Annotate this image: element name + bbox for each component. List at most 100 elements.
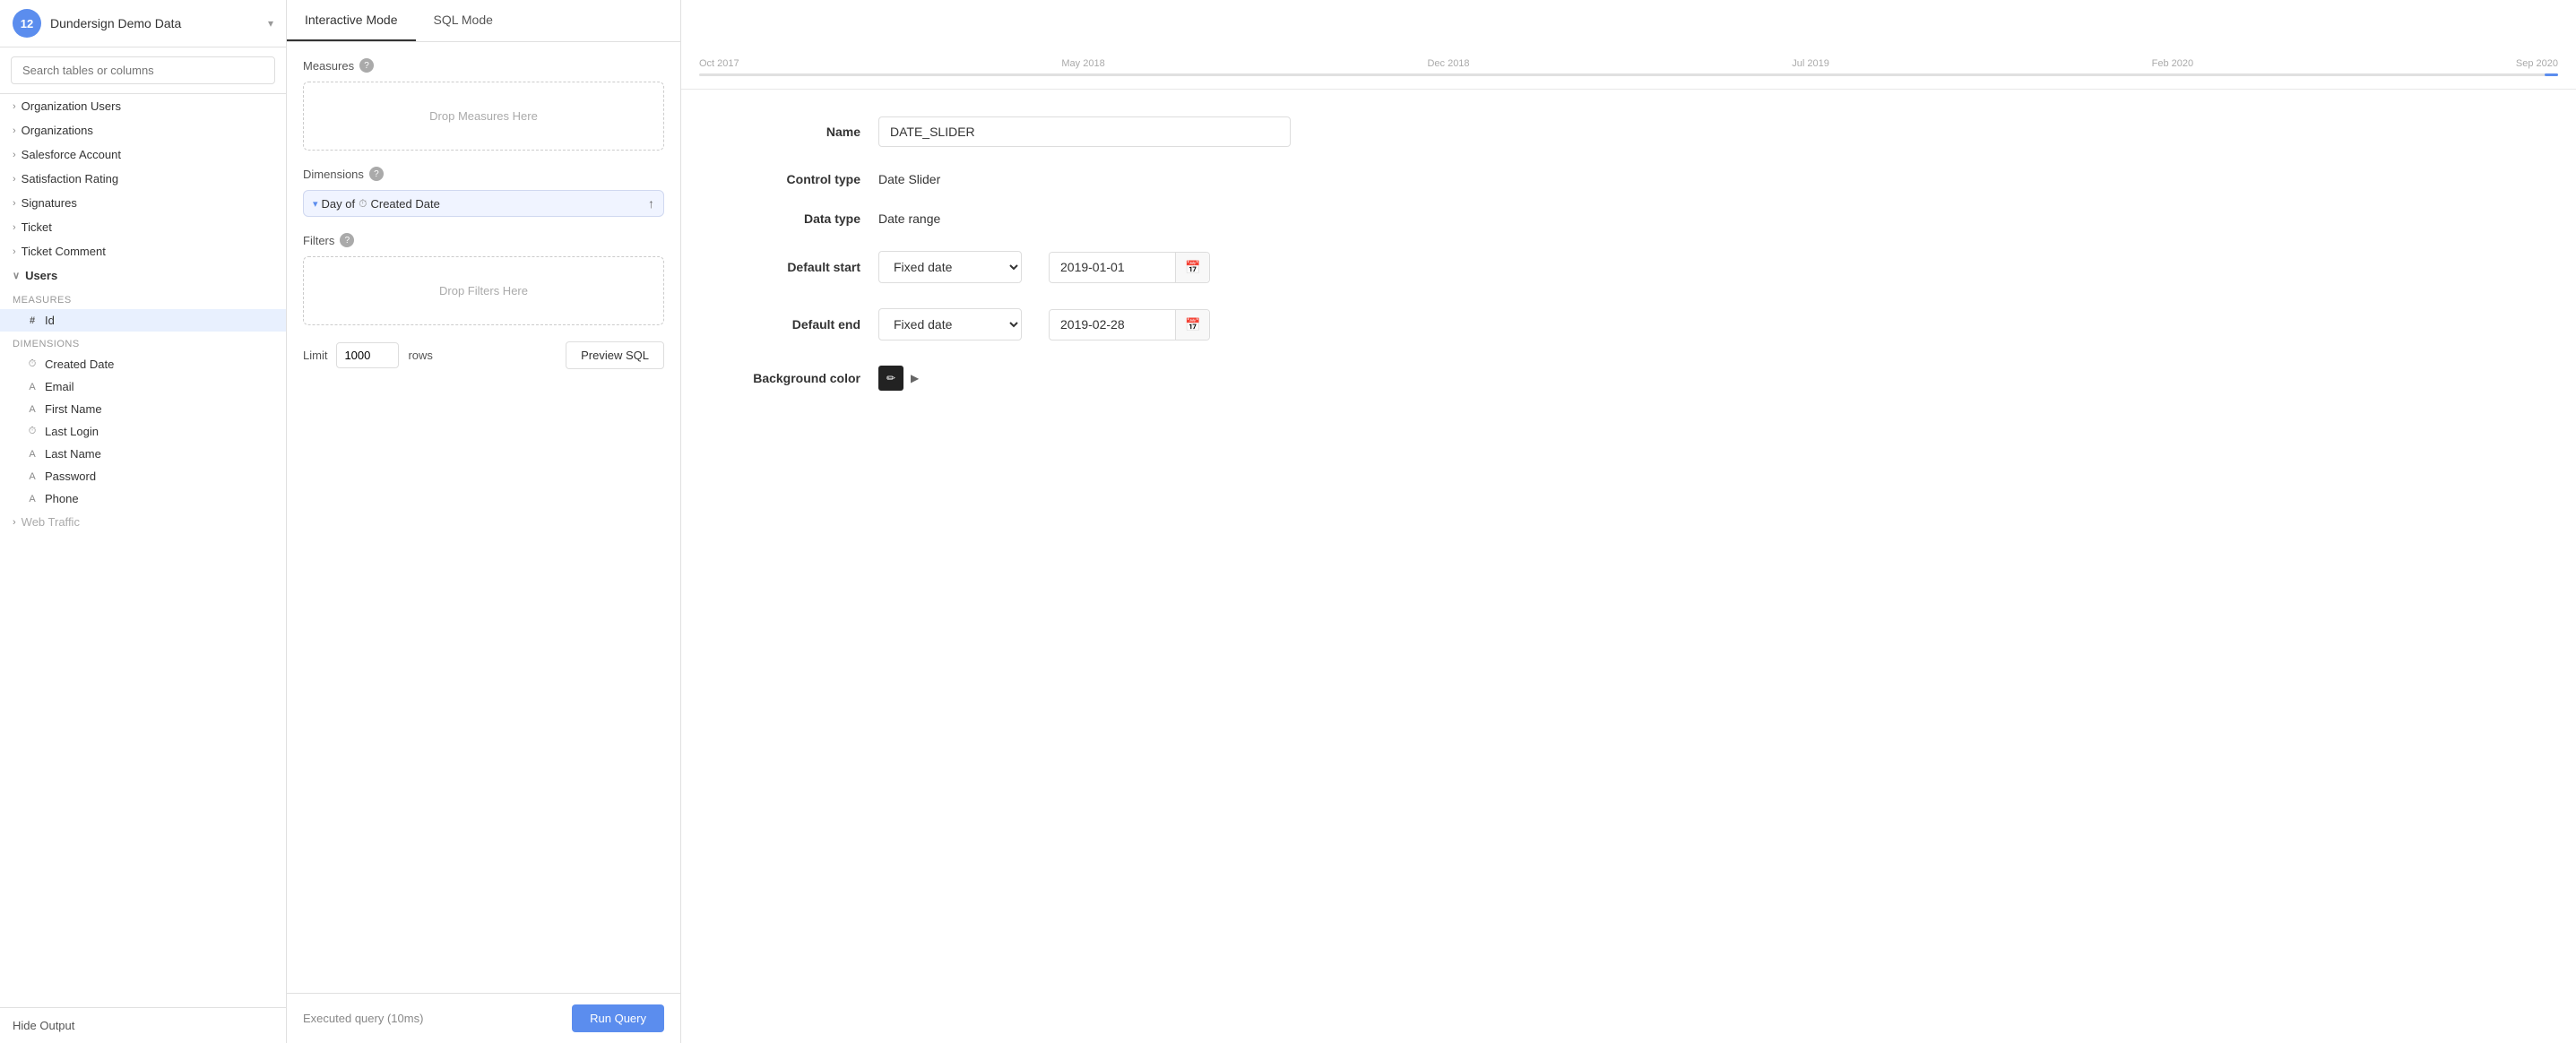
chip-dropdown-icon: ▾: [313, 198, 318, 210]
sidebar-tree: › Organization Users › Organizations › S…: [0, 94, 286, 1007]
control-type-value: Date Slider: [878, 172, 940, 186]
data-type-label: Data type: [735, 211, 860, 226]
sidebar-item-salesforce-account[interactable]: › Salesforce Account: [0, 142, 286, 167]
text-icon: A: [25, 382, 39, 392]
default-start-calendar-icon[interactable]: 📅: [1175, 253, 1209, 282]
hide-output-button[interactable]: Hide Output: [0, 1007, 286, 1043]
default-end-row: Default end Fixed date Relative date No …: [735, 308, 2522, 340]
properties-panel: Name Control type Date Slider Data type …: [681, 90, 2576, 1043]
sort-button[interactable]: ↑: [648, 196, 654, 211]
chevron-right-icon: ›: [13, 174, 16, 185]
rows-label: rows: [408, 349, 432, 362]
bg-color-label: Background color: [735, 371, 860, 385]
chevron-right-icon: ›: [13, 198, 16, 209]
text-icon: A: [25, 404, 39, 415]
limit-row: Limit rows Preview SQL: [303, 341, 664, 369]
query-builder: Measures ? Drop Measures Here Dimensions…: [287, 42, 680, 993]
dimensions-help-icon[interactable]: ?: [369, 167, 384, 181]
sidebar-leaf-first-name[interactable]: A First Name: [0, 398, 286, 420]
name-label: Name: [735, 125, 860, 139]
tab-sql-mode[interactable]: SQL Mode: [416, 0, 511, 41]
sidebar-logo: 12: [13, 9, 41, 38]
right-panel: Oct 2017 May 2018 Dec 2018 Jul 2019 Feb …: [681, 0, 2576, 1043]
default-end-select[interactable]: Fixed date Relative date No default: [878, 308, 1022, 340]
sidebar-item-organizations[interactable]: › Organizations: [0, 118, 286, 142]
chevron-right-icon: ›: [13, 101, 16, 112]
preview-sql-button[interactable]: Preview SQL: [566, 341, 664, 369]
mode-tabs: Interactive Mode SQL Mode: [287, 0, 680, 42]
execution-time-label: Executed query (10ms): [303, 1012, 423, 1025]
control-type-row: Control type Date Slider: [735, 172, 2522, 186]
default-end-calendar-icon[interactable]: 📅: [1175, 310, 1209, 340]
sidebar-item-ticket[interactable]: › Ticket: [0, 215, 286, 239]
timeline-fill: [2545, 73, 2558, 76]
clock-icon: ⏱: [25, 358, 39, 370]
sidebar-item-ticket-comment[interactable]: › Ticket Comment: [0, 239, 286, 263]
tab-interactive-mode[interactable]: Interactive Mode: [287, 0, 416, 41]
sidebar-leaf-id[interactable]: # Id: [0, 309, 286, 332]
dimensions-label: Dimensions ?: [303, 167, 664, 181]
dimension-chip[interactable]: ▾ Day of ⏱ Created Date: [313, 197, 440, 211]
sidebar-search-container: [0, 47, 286, 94]
default-start-date-input[interactable]: [1050, 253, 1175, 281]
text-icon: A: [25, 449, 39, 460]
default-start-date-wrap: 📅: [1049, 252, 1210, 283]
color-expand-icon[interactable]: ▶: [911, 372, 919, 384]
timeline-track[interactable]: [699, 73, 2558, 76]
sidebar-leaf-last-name[interactable]: A Last Name: [0, 443, 286, 465]
sidebar-item-signatures[interactable]: › Signatures: [0, 191, 286, 215]
sidebar-item-satisfaction-rating[interactable]: › Satisfaction Rating: [0, 167, 286, 191]
filters-label: Filters ?: [303, 233, 664, 247]
chart-area: Oct 2017 May 2018 Dec 2018 Jul 2019 Feb …: [681, 0, 2576, 90]
measures-help-icon[interactable]: ?: [359, 58, 374, 73]
control-type-label: Control type: [735, 172, 860, 186]
run-query-button[interactable]: Run Query: [572, 1004, 664, 1032]
sidebar-leaf-created-date[interactable]: ⏱ Created Date: [0, 353, 286, 375]
chip-field: Created Date: [370, 197, 439, 211]
chevron-right-icon: ›: [13, 150, 16, 160]
bg-color-row: Background color ✏ ▶: [735, 366, 2522, 391]
clock-icon: ⏱: [25, 426, 39, 437]
chevron-right-icon: ›: [13, 246, 16, 257]
color-picker-row: ✏ ▶: [878, 366, 919, 391]
measures-drop-zone[interactable]: Drop Measures Here: [303, 82, 664, 151]
dimensions-section-label: Dimensions: [0, 335, 286, 353]
sidebar-chevron-icon[interactable]: ▾: [268, 17, 273, 30]
filters-help-icon[interactable]: ?: [340, 233, 354, 247]
sidebar-header: 12 Dundersign Demo Data ▾: [0, 0, 286, 47]
sidebar-title: Dundersign Demo Data: [50, 16, 268, 30]
sidebar-item-organization-users[interactable]: › Organization Users: [0, 94, 286, 118]
color-swatch[interactable]: ✏: [878, 366, 903, 391]
sidebar-leaf-email[interactable]: A Email: [0, 375, 286, 398]
text-icon: A: [25, 471, 39, 482]
dimension-chip-container: ▾ Day of ⏱ Created Date ↑: [303, 190, 664, 217]
default-start-row: Default start Fixed date Relative date N…: [735, 251, 2522, 283]
chip-clock-icon: ⏱: [359, 197, 367, 211]
default-start-label: Default start: [735, 260, 860, 274]
query-footer: Executed query (10ms) Run Query: [287, 993, 680, 1043]
measures-label: Measures ?: [303, 58, 664, 73]
sidebar-item-users[interactable]: ∨ Users: [0, 263, 286, 288]
name-input[interactable]: [878, 116, 1291, 147]
filters-drop-zone[interactable]: Drop Filters Here: [303, 256, 664, 325]
default-start-select[interactable]: Fixed date Relative date No default: [878, 251, 1022, 283]
sidebar-item-web-traffic[interactable]: › Web Traffic: [0, 510, 286, 534]
data-type-row: Data type Date range: [735, 211, 2522, 226]
measures-section-label: Measures: [0, 291, 286, 309]
sidebar-leaf-password[interactable]: A Password: [0, 465, 286, 487]
sidebar: 12 Dundersign Demo Data ▾ › Organization…: [0, 0, 287, 1043]
chevron-right-icon: ›: [13, 222, 16, 233]
limit-label: Limit: [303, 349, 327, 362]
limit-input[interactable]: [336, 342, 399, 368]
search-input[interactable]: [11, 56, 275, 84]
sidebar-leaf-phone[interactable]: A Phone: [0, 487, 286, 510]
chip-prefix: Day of: [322, 197, 356, 211]
sidebar-leaf-last-login[interactable]: ⏱ Last Login: [0, 420, 286, 443]
default-end-date-input[interactable]: [1050, 310, 1175, 339]
name-row: Name: [735, 116, 2522, 147]
middle-panel: Interactive Mode SQL Mode Measures ? Dro…: [287, 0, 681, 1043]
chevron-right-icon: ›: [13, 125, 16, 136]
text-icon: A: [25, 494, 39, 504]
data-type-value: Date range: [878, 211, 940, 226]
default-end-label: Default end: [735, 317, 860, 332]
